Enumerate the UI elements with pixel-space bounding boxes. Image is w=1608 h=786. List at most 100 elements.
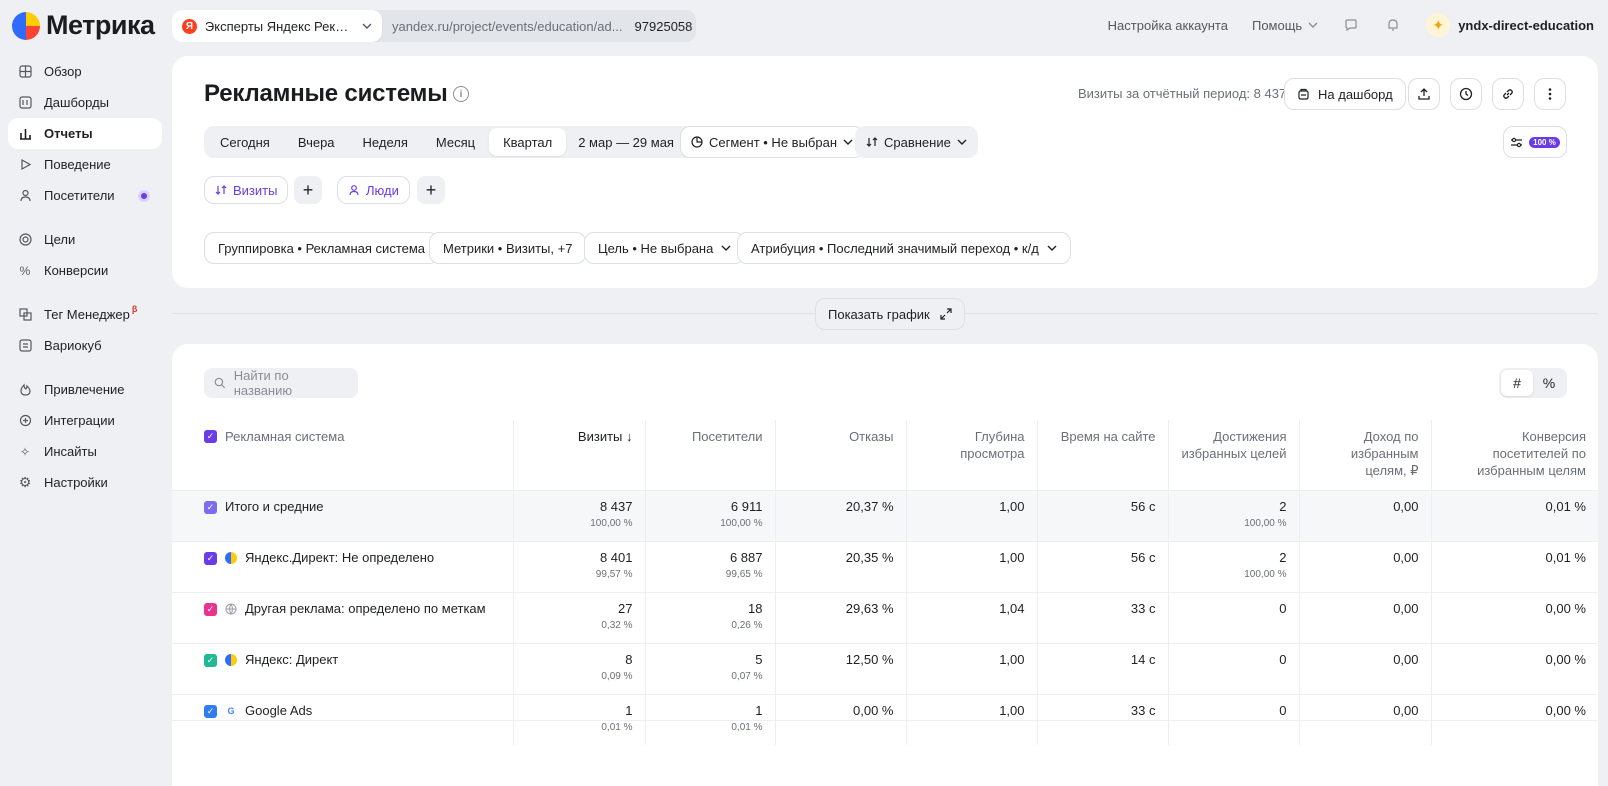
row-name[interactable]: Яндекс: Директ xyxy=(245,652,338,667)
history-button[interactable] xyxy=(1450,78,1482,110)
help-menu[interactable]: Помощь xyxy=(1252,18,1318,33)
metrics-chip[interactable]: Метрики • Визиты, +7 xyxy=(429,232,587,264)
search-input[interactable]: Найти по названию xyxy=(204,368,358,398)
more-options-button[interactable] xyxy=(1534,78,1566,110)
grid-icon xyxy=(18,65,32,79)
depth-value: 1,00 xyxy=(999,498,1025,514)
row-checkbox[interactable]: ✓ xyxy=(204,704,217,718)
sidebar-item-integrations[interactable]: Интеграции xyxy=(8,405,162,436)
top-bar: Метрика Я Эксперты Яндекс Рекла... yande… xyxy=(0,0,1608,50)
upload-icon xyxy=(1418,88,1430,100)
row-checkbox[interactable]: ✓ xyxy=(204,602,217,616)
sidebar-item-label: Настройки xyxy=(44,475,108,490)
column-header-goals[interactable]: Достижения избранных целей xyxy=(1168,420,1300,490)
metrika-logo[interactable]: Метрика xyxy=(12,10,155,41)
row-name[interactable]: Google Ads xyxy=(245,703,312,718)
user-menu[interactable]: ✦ yndx-direct-education xyxy=(1426,13,1594,37)
copy-link-button[interactable] xyxy=(1492,78,1524,110)
row-name[interactable]: Другая реклама: определено по меткам xyxy=(245,601,486,616)
visits-chip-label: Визиты xyxy=(233,182,278,198)
sidebar-item-dashboards[interactable]: Дашборды xyxy=(8,87,162,118)
sidebar-item-settings[interactable]: ⚙ Настройки xyxy=(8,467,162,498)
new-badge-dot xyxy=(138,189,150,202)
absolute-values-toggle[interactable]: # xyxy=(1501,370,1533,396)
period-month[interactable]: Месяц xyxy=(422,128,489,156)
add-to-dashboard-button[interactable]: На дашборд xyxy=(1284,78,1406,110)
sidebar-item-label: Вариокуб xyxy=(44,338,102,353)
column-header-bounce[interactable]: Отказы xyxy=(775,420,907,490)
bell-icon[interactable] xyxy=(1384,16,1402,34)
chart-bar-icon xyxy=(18,127,32,141)
visits-share: 99,57 % xyxy=(595,568,633,580)
sidebar-item-insights[interactable]: ✧ Инсайты xyxy=(8,436,162,467)
export-button[interactable] xyxy=(1408,78,1440,110)
gear-icon: ⚙ xyxy=(18,474,32,490)
column-header-time[interactable]: Время на сайте xyxy=(1037,420,1169,490)
depth-value: 1,00 xyxy=(999,651,1025,667)
row-checkbox[interactable]: ✓ xyxy=(204,653,217,667)
table-row-total: ✓ Итого и средние 8 437 100,00 % 6 911 100… xyxy=(172,489,1598,541)
sidebar-item-tag-manager[interactable]: Тег Менеджер β xyxy=(8,299,162,330)
visitors-value: 1 xyxy=(755,702,763,718)
column-header-revenue[interactable]: Доход по избранным целям, ₽ xyxy=(1299,420,1432,490)
select-all-checkbox[interactable]: ✓ xyxy=(204,430,217,443)
project-name: Эксперты Яндекс Рекла... xyxy=(204,18,355,34)
comparison-dropdown[interactable]: Сравнение xyxy=(855,126,978,158)
column-header-label: Рекламная система xyxy=(225,429,345,444)
period-today[interactable]: Сегодня xyxy=(206,128,284,156)
conversion-value: 0,00 % xyxy=(1545,702,1586,718)
sidebar-item-behavior[interactable]: Поведение xyxy=(8,149,162,180)
people-chip[interactable]: Люди xyxy=(337,176,410,204)
goal-dropdown[interactable]: Цель • Не выбрана xyxy=(584,232,746,264)
sidebar-item-goals[interactable]: Цели xyxy=(8,224,162,255)
visits-chip[interactable]: Визиты xyxy=(204,176,289,204)
segment-dropdown[interactable]: Сегмент • Не выбран xyxy=(680,126,865,158)
top-right-nav: Настройка аккаунта Помощь ✦ yndx-direct-… xyxy=(1108,0,1594,50)
bounce-value: 20,37 % xyxy=(845,498,894,514)
add-visits-filter-button[interactable]: + xyxy=(294,176,322,204)
period-week[interactable]: Неделя xyxy=(349,128,422,156)
percent-values-toggle[interactable]: % xyxy=(1533,370,1565,396)
sparkle-icon: ✧ xyxy=(19,444,31,459)
grouping-chip[interactable]: Группировка • Рекламная система xyxy=(204,232,440,264)
project-select[interactable]: Я Эксперты Яндекс Рекла... xyxy=(172,10,382,42)
sidebar-item-reports[interactable]: Отчеты xyxy=(8,118,162,149)
table-header-row: ✓ Рекламная система Визиты ↓ Посетители … xyxy=(172,420,1598,490)
account-settings-link[interactable]: Настройка аккаунта xyxy=(1108,18,1228,33)
visitors-value: 18 xyxy=(748,600,763,616)
chat-icon[interactable] xyxy=(1342,16,1360,34)
chevron-down-icon xyxy=(721,245,731,251)
sidebar-item-variocube[interactable]: Вариокуб xyxy=(8,330,162,361)
row-checkbox[interactable]: ✓ xyxy=(204,551,217,565)
depth-value: 1,04 xyxy=(999,600,1025,616)
sidebar-item-visitors[interactable]: Посетители xyxy=(8,180,162,211)
sampling-settings-button[interactable]: 100 % xyxy=(1503,126,1567,158)
period-yesterday[interactable]: Вчера xyxy=(284,128,349,156)
play-icon xyxy=(18,158,32,172)
attribution-dropdown[interactable]: Атрибуция • Последний значимый переход •… xyxy=(737,232,1071,264)
show-chart-button[interactable]: Показать график xyxy=(815,298,965,330)
column-header-conversion[interactable]: Конверсия посетителей по избранным целям xyxy=(1431,420,1598,490)
sidebar-item-overview[interactable]: Обзор xyxy=(8,56,162,87)
page-title: Рекламные системы xyxy=(204,80,448,107)
row-checkbox[interactable]: ✓ xyxy=(204,500,217,514)
add-people-filter-button[interactable]: + xyxy=(417,176,445,204)
visitors-value: 6 911 xyxy=(730,498,763,514)
period-quarter[interactable]: Квартал xyxy=(489,128,567,156)
show-chart-label: Показать график xyxy=(828,306,930,322)
goals-value: 2 xyxy=(1279,498,1287,514)
column-header-depth[interactable]: Глубина просмотра xyxy=(906,420,1038,490)
column-header-visits[interactable]: Визиты ↓ xyxy=(513,420,646,490)
row-name[interactable]: Яндекс.Директ: Не определено xyxy=(245,550,434,565)
google-icon: G xyxy=(227,705,235,716)
sidebar-item-conversions[interactable]: % Конверсии xyxy=(8,255,162,286)
sidebar-item-acquisition[interactable]: Привлечение xyxy=(8,374,162,405)
sidebar-item-label: Тег Менеджер xyxy=(44,307,130,322)
visitors-share: 0,26 % xyxy=(731,619,763,631)
column-header-visitors[interactable]: Посетители xyxy=(645,420,776,490)
project-url: yandex.ru/project/events/education/ad... xyxy=(392,18,623,34)
visits-share: 0,01 % xyxy=(601,721,633,733)
column-header-ad-system[interactable]: ✓ Рекламная система xyxy=(172,420,514,490)
visitors-share: 0,07 % xyxy=(731,670,763,682)
info-icon[interactable]: i xyxy=(453,86,469,102)
